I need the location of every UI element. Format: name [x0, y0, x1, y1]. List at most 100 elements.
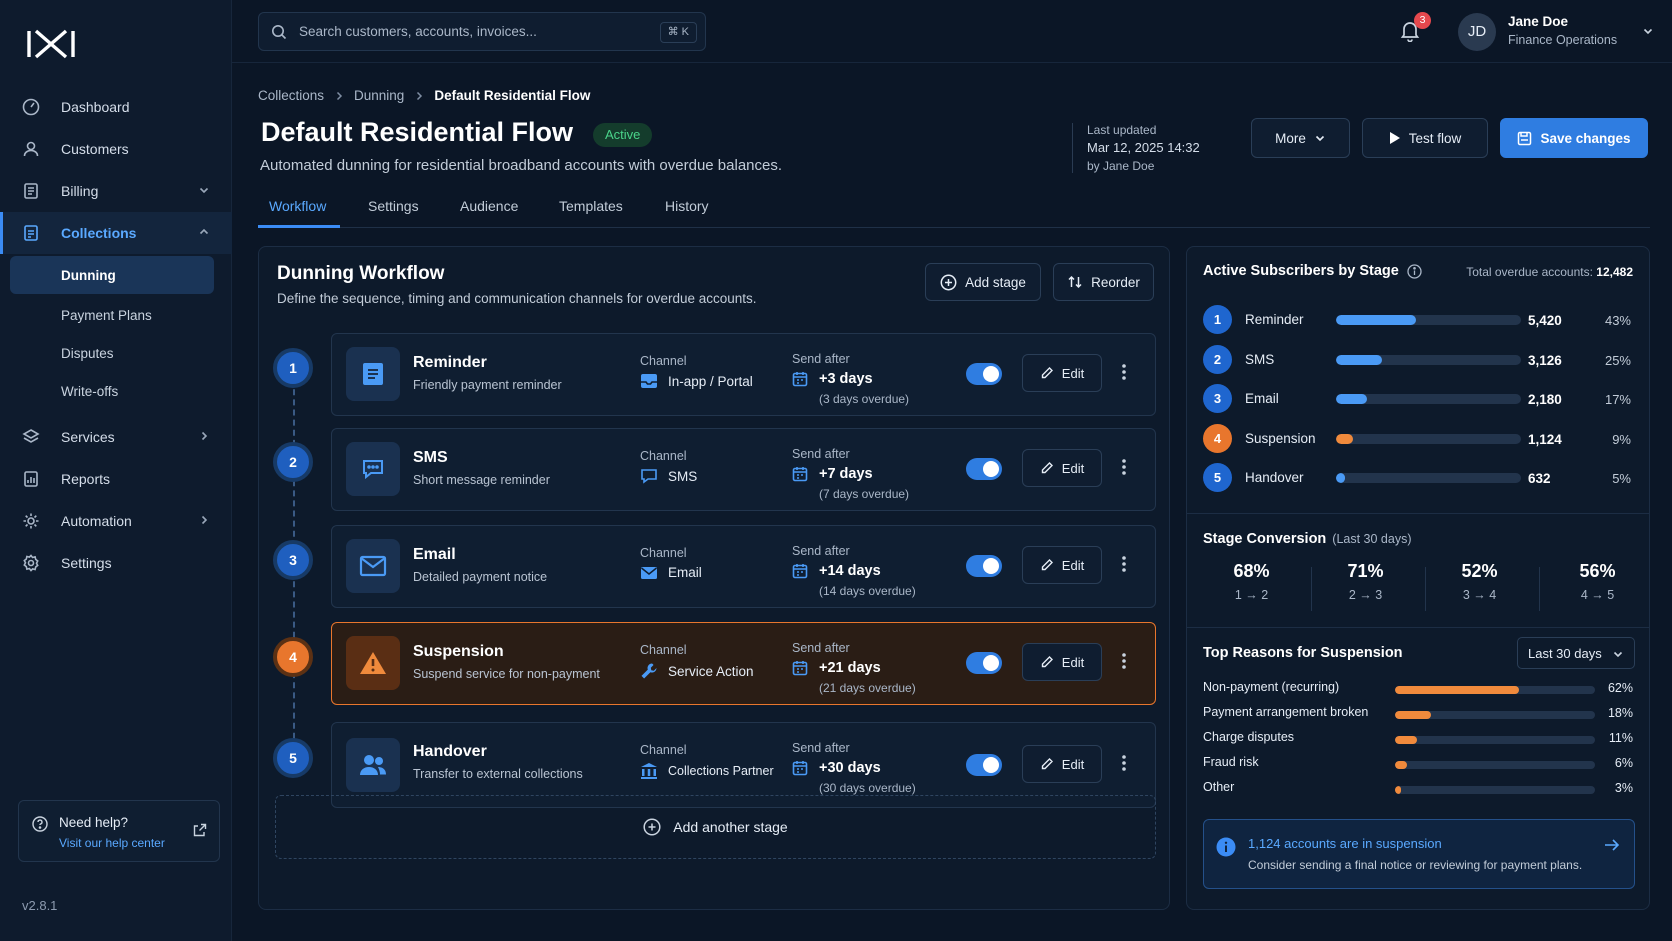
more-options-icon[interactable]	[1122, 555, 1126, 573]
stage-number-badge: 1	[1203, 305, 1232, 334]
breadcrumb-dunning[interactable]: Dunning	[354, 88, 404, 103]
edit-label: Edit	[1061, 756, 1085, 772]
stage-card-email[interactable]: Email Detailed payment notice Channel Em…	[331, 525, 1156, 608]
stage-name: Email	[413, 546, 456, 563]
stage-enabled-toggle[interactable]	[966, 652, 1002, 674]
sidebar-item-automation[interactable]: Automation	[0, 500, 232, 542]
subscriber-count: 3,126	[1528, 353, 1562, 368]
reason-row: Other 3%	[1203, 779, 1633, 799]
more-options-icon[interactable]	[1122, 754, 1126, 772]
edit-stage-button[interactable]: Edit	[1022, 546, 1102, 584]
edit-stage-button[interactable]: Edit	[1022, 449, 1102, 487]
edit-stage-button[interactable]: Edit	[1022, 354, 1102, 392]
period-select[interactable]: Last 30 days	[1517, 637, 1635, 669]
suspension-alert[interactable]: 1,124 accounts are in suspension Conside…	[1203, 819, 1635, 889]
sidebar-item-dashboard[interactable]: Dashboard	[0, 86, 232, 128]
reason-fill	[1395, 736, 1417, 744]
channel-label: Channel	[640, 449, 687, 463]
sidebar-item-billing[interactable]: Billing	[0, 170, 232, 212]
settings-icon	[20, 552, 42, 574]
more-options-icon[interactable]	[1122, 458, 1126, 476]
add-another-stage-button[interactable]: Add another stage	[275, 795, 1156, 859]
sidebar-item-settings[interactable]: Settings	[0, 542, 232, 584]
stage-number-badge: 5	[273, 738, 313, 778]
search-input[interactable]: Search customers, accounts, invoices... …	[258, 12, 706, 51]
sidebar-item-collections[interactable]: Collections	[0, 212, 232, 254]
stage-description: Transfer to external collections	[413, 767, 583, 781]
send-after-days: +3 days	[819, 371, 873, 387]
send-after-label: Send after	[792, 741, 850, 755]
calendar-icon	[792, 760, 808, 776]
period-select-value: Last 30 days	[1528, 645, 1602, 661]
tab-history[interactable]: History	[665, 198, 709, 214]
send-after-days: +21 days	[819, 660, 881, 676]
divider	[1072, 123, 1073, 173]
last-updated-label: Last updated	[1087, 123, 1157, 137]
alert-body: Consider sending a final notice or revie…	[1248, 858, 1583, 872]
sidebar-item-services[interactable]: Services	[0, 416, 232, 458]
progress-track	[1336, 315, 1521, 325]
stage-card-suspension[interactable]: Suspension Suspend service for non-payme…	[331, 622, 1156, 705]
edit-stage-button[interactable]: Edit	[1022, 745, 1102, 783]
stage-number-badge: 3	[1203, 384, 1232, 413]
more-button[interactable]: More	[1251, 118, 1350, 158]
external-link-icon[interactable]	[193, 823, 207, 837]
sidebar-subitem-disputes[interactable]: Disputes	[0, 334, 232, 372]
stage-card-reminder[interactable]: Reminder Friendly payment reminder Chann…	[331, 333, 1156, 416]
conversion-step: 4 → 5	[1580, 588, 1615, 602]
tab-settings[interactable]: Settings	[368, 198, 419, 214]
pencil-icon	[1040, 366, 1054, 380]
breadcrumb-collections[interactable]: Collections	[258, 88, 324, 103]
reason-row: Payment arrangement broken 18%	[1203, 704, 1633, 724]
stage-enabled-toggle[interactable]	[966, 555, 1002, 577]
tab-audience[interactable]: Audience	[460, 198, 518, 214]
sidebar-subitem-dunning[interactable]: Dunning	[10, 256, 214, 294]
user-avatar[interactable]: JD	[1458, 13, 1496, 51]
reorder-button[interactable]: Reorder	[1053, 263, 1154, 301]
plus-circle-icon	[940, 274, 957, 291]
conversion-stat: 71% 2 → 3	[1309, 561, 1422, 602]
save-changes-button[interactable]: Save changes	[1500, 118, 1648, 158]
info-icon[interactable]	[1407, 263, 1422, 279]
plus-circle-icon	[643, 818, 661, 836]
last-updated-by: by Jane Doe	[1087, 159, 1155, 173]
total-overdue-value: 12,482	[1596, 265, 1633, 279]
insights-panel: Active Subscribers by Stage Total overdu…	[1186, 246, 1650, 910]
channel-value: SMS	[640, 468, 697, 484]
stage-enabled-toggle[interactable]	[966, 363, 1002, 385]
conversion-step: 3 → 4	[1462, 588, 1497, 602]
send-after-value: +30 days	[792, 760, 881, 776]
add-stage-button[interactable]: Add stage	[925, 263, 1041, 301]
tab-workflow[interactable]: Workflow	[269, 198, 326, 214]
chevron-right-icon	[334, 91, 344, 101]
help-card[interactable]: Need help? Visit our help center	[18, 800, 220, 862]
reason-label: Non-payment (recurring)	[1203, 680, 1340, 694]
test-flow-button[interactable]: Test flow	[1362, 118, 1488, 158]
app-logo[interactable]	[26, 28, 76, 60]
sidebar-subitem-write-offs[interactable]: Write-offs	[0, 372, 232, 410]
workflow-panel: Dunning Workflow Define the sequence, ti…	[258, 246, 1170, 910]
stage-card-sms[interactable]: SMS Short message reminder Channel SMS S…	[331, 428, 1156, 511]
edit-stage-button[interactable]: Edit	[1022, 643, 1102, 681]
sidebar-item-reports[interactable]: Reports	[0, 458, 232, 500]
sidebar-subitem-payment-plans[interactable]: Payment Plans	[0, 296, 232, 334]
progress-fill	[1336, 315, 1416, 325]
arrow-right-icon[interactable]	[1604, 838, 1620, 852]
stage-enabled-toggle[interactable]	[966, 458, 1002, 480]
send-after-label: Send after	[792, 544, 850, 558]
warning-icon	[346, 636, 400, 690]
help-center-link[interactable]: Visit our help center	[59, 836, 165, 850]
stage-enabled-toggle[interactable]	[966, 754, 1002, 776]
sidebar-item-customers[interactable]: Customers	[0, 128, 232, 170]
user-menu-chevron-icon[interactable]	[1642, 25, 1654, 37]
reason-track	[1395, 786, 1595, 794]
user-name[interactable]: Jane Doe	[1508, 14, 1568, 29]
more-options-icon[interactable]	[1122, 652, 1126, 670]
chevron-down-icon	[198, 184, 210, 196]
reorder-icon	[1067, 274, 1083, 290]
tab-templates[interactable]: Templates	[559, 198, 623, 214]
more-options-icon[interactable]	[1122, 363, 1126, 381]
edit-label: Edit	[1061, 460, 1085, 476]
chevron-right-icon	[198, 514, 210, 526]
subscriber-percent: 43%	[1604, 313, 1631, 328]
